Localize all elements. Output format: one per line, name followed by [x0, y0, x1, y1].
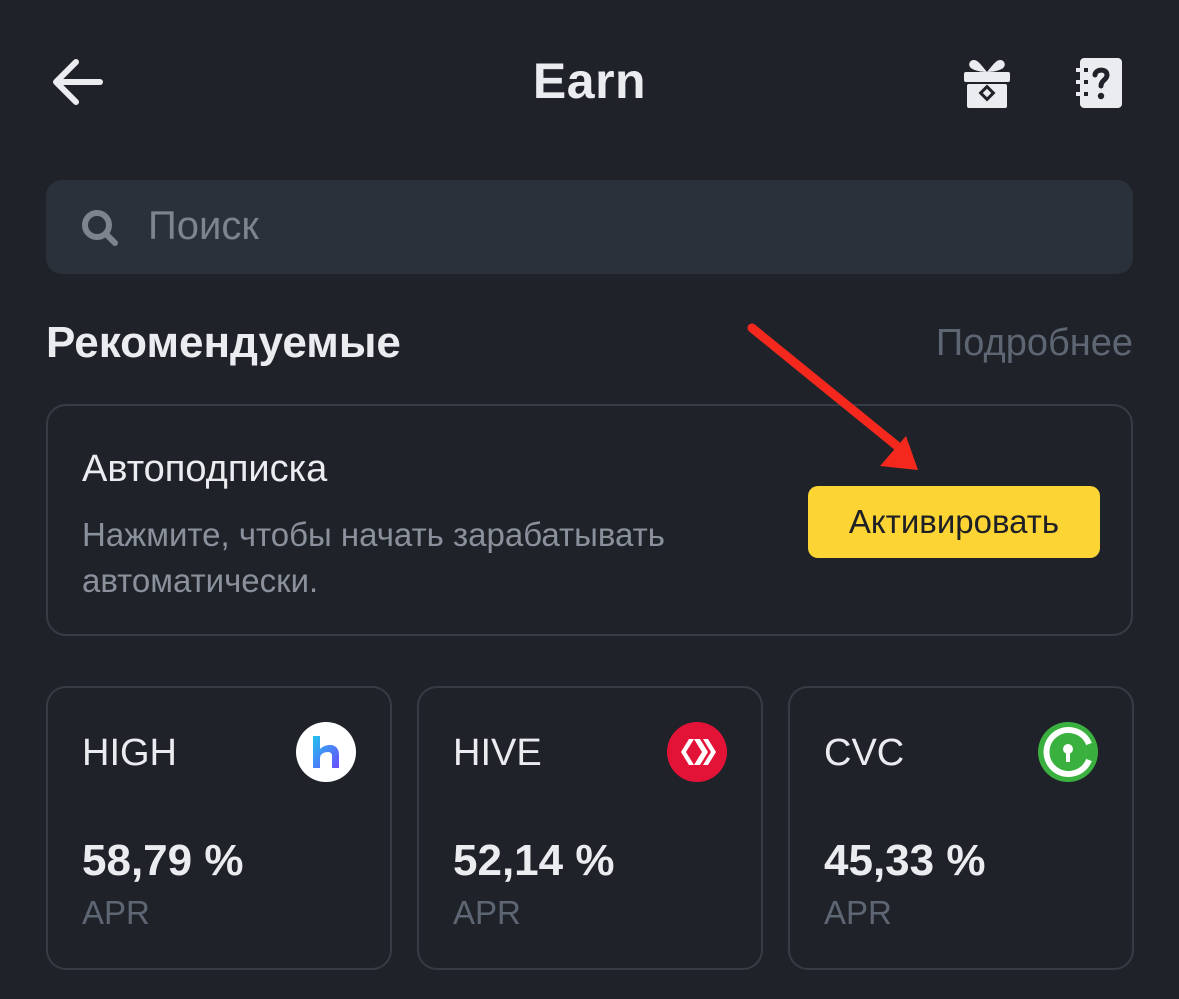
auto-subscribe-title: Автоподписка	[82, 448, 328, 490]
search-icon	[82, 210, 118, 246]
apr-label: APR	[453, 894, 521, 931]
civic-logo-icon	[1038, 722, 1098, 782]
auto-subscribe-description: Нажмите, чтобы начать зарабатывать автом…	[82, 516, 665, 599]
app-header: Earn	[0, 0, 1179, 170]
apr-label: APR	[82, 894, 150, 931]
coin-card-hive[interactable]: HIVE 52,14 % APR	[417, 686, 763, 970]
apr-value: 52,14 %	[453, 836, 615, 885]
auto-subscribe-card[interactable]: Автоподписка Нажмите, чтобы начать зараб…	[46, 404, 1133, 636]
coin-name: CVC	[824, 732, 905, 774]
apr-value: 45,33 %	[824, 836, 986, 885]
gift-icon	[964, 60, 1010, 108]
search-placeholder: Поиск	[148, 204, 259, 248]
question-document-icon	[1076, 58, 1122, 108]
coin-card-high[interactable]: HIGH 58,79 % APR	[46, 686, 392, 970]
activate-button[interactable]: Активировать	[808, 486, 1100, 558]
search-input[interactable]: Поиск	[46, 180, 1133, 274]
coin-name: HIVE	[453, 732, 542, 774]
apr-label: APR	[824, 894, 892, 931]
highstreet-logo-icon	[296, 722, 356, 782]
gift-button[interactable]	[960, 56, 1014, 110]
hive-logo-icon	[667, 722, 727, 782]
apr-value: 58,79 %	[82, 836, 244, 885]
coin-name: HIGH	[82, 732, 177, 774]
coin-card-cvc[interactable]: CVC 45,33 % APR	[788, 686, 1134, 970]
help-button[interactable]	[1076, 56, 1126, 110]
more-link[interactable]: Подробнее	[936, 322, 1133, 365]
section-title: Рекомендуемые	[46, 318, 401, 367]
